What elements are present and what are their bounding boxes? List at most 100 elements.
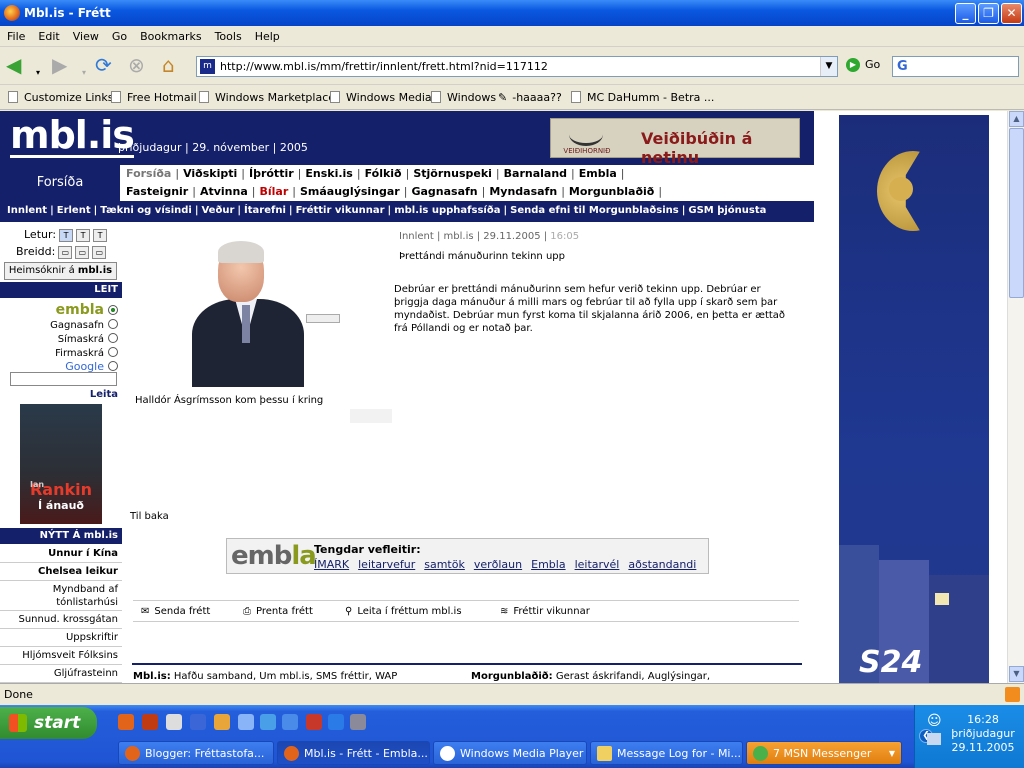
network-tray-icon[interactable] [927, 733, 941, 745]
nav-folkid[interactable]: Fólkið [365, 167, 402, 180]
footer-morgunbladid-links[interactable]: Gerast áskrifandi, Auglýsingar, [556, 671, 710, 682]
send-article-button[interactable]: ✉ Senda frétt [141, 606, 210, 617]
ie2-quicklaunch-icon[interactable] [328, 714, 344, 730]
task-message-log[interactable]: Message Log for - Mi... [590, 741, 743, 765]
nav-embla[interactable]: Embla [579, 167, 617, 180]
nav-gagnasafn[interactable]: Gagnasafn [411, 185, 477, 198]
menu-bookmarks[interactable]: Bookmarks [133, 26, 207, 43]
news-item[interactable]: Unnur í Kína [0, 545, 122, 563]
menu-help[interactable]: Help [248, 26, 286, 43]
search-submit-button[interactable]: Leita [90, 389, 118, 400]
nav-morgunbladid[interactable]: Morgunblaðið [569, 185, 654, 198]
bookmark-windows[interactable]: Windows [431, 91, 496, 104]
nav-enski[interactable]: Enski.is [305, 167, 352, 180]
nav-vidskipti[interactable]: Viðskipti [183, 167, 237, 180]
scroll-thumb[interactable] [1009, 128, 1024, 298]
print-article-button[interactable]: ⎙ Prenta frétt [243, 606, 313, 617]
minimize-button[interactable]: _ [955, 3, 976, 24]
task-blogger[interactable]: Blogger: Fréttastofa... [118, 741, 274, 765]
visits-button[interactable]: Heimsóknir á mbl.is [4, 262, 117, 280]
section-vedur[interactable]: Veður [201, 205, 234, 216]
reload-icon[interactable]: ⟳ [95, 55, 112, 75]
forsida-tab[interactable]: Forsíða [0, 165, 120, 201]
width-narrow-button[interactable]: ▭ [58, 246, 73, 259]
scroll-up-icon[interactable]: ▲ [1009, 111, 1024, 127]
url-dropdown-icon[interactable]: ▼ [820, 57, 837, 76]
header-ad-banner[interactable]: VEIÐIHORNIÐ Veiðibúðin á netinu [550, 118, 800, 167]
nav-stjornuspeki[interactable]: Stjörnuspeki [413, 167, 492, 180]
search-news-button[interactable]: ⚲ Leita í fréttum mbl.is [345, 606, 462, 617]
menu-file[interactable]: File [0, 26, 31, 43]
related-link[interactable]: Embla [531, 558, 565, 571]
related-link[interactable]: aðstandandi [628, 558, 696, 571]
bookmark-customize-links[interactable]: Customize Links [8, 91, 114, 104]
user-tray-icon[interactable]: ☺ [927, 713, 942, 729]
news-item[interactable]: Sunnud. krossgátan [0, 611, 122, 629]
bookmark-mc-dahumm[interactable]: MC DaHumm - Betra ... [571, 91, 714, 104]
notepad-quicklaunch-icon[interactable] [166, 714, 182, 730]
news-item[interactable]: Myndband af tónlistarhúsi [0, 581, 122, 611]
back-history-icon[interactable]: ▾ [36, 63, 40, 83]
window-title-bar[interactable]: Mbl.is - Frétt _ ❐ ✕ [0, 0, 1024, 26]
menu-go[interactable]: Go [105, 26, 133, 43]
search-option-firmaskra[interactable]: Firmaskrá [55, 347, 118, 359]
width-wide-button[interactable]: ▭ [92, 246, 107, 259]
go-button[interactable]: ▶ Go [846, 58, 880, 72]
related-link[interactable]: leitarvefur [358, 558, 415, 571]
close-button[interactable]: ✕ [1001, 3, 1022, 24]
news-item[interactable]: Gljúfrasteinn [0, 665, 122, 683]
misc-quicklaunch-icon[interactable] [350, 714, 366, 730]
nav-bilar[interactable]: Bílar [259, 185, 288, 198]
media-quicklaunch-icon[interactable] [190, 714, 206, 730]
stop-icon[interactable]: ⊗ [128, 55, 145, 75]
forward-arrow-icon[interactable]: ▶ [52, 55, 67, 75]
back-link[interactable]: Til baka [130, 511, 169, 522]
right-ad-banner[interactable]: S24 [839, 115, 989, 683]
nav-myndasafn[interactable]: Myndasafn [489, 185, 557, 198]
font-large-button[interactable]: T [93, 229, 108, 242]
search-quicklaunch-icon[interactable] [282, 714, 298, 730]
search-option-simaskra[interactable]: Símaskrá [58, 333, 118, 345]
section-erlent[interactable]: Erlent [57, 205, 91, 216]
task-media-player[interactable]: Windows Media Player [433, 741, 587, 765]
related-link[interactable]: verðlaun [474, 558, 522, 571]
bookmark-haaaa[interactable]: ✎ -haaaa?? [498, 91, 562, 104]
nav-smaauglysingar[interactable]: Smáauglýsingar [300, 185, 400, 198]
search-option-embla[interactable]: embla [56, 302, 118, 318]
nav-forsida[interactable]: Forsíða [126, 167, 171, 180]
url-input[interactable]: m http://www.mbl.is/mm/frettir/innlent/f… [196, 56, 838, 77]
nav-fasteignir[interactable]: Fasteignir [126, 185, 188, 198]
footer-mbl-links[interactable]: Hafðu samband, Um mbl.is, SMS fréttir, W… [174, 671, 397, 682]
ie-quicklaunch-icon[interactable] [260, 714, 276, 730]
news-item[interactable]: Uppskriftir [0, 629, 122, 647]
section-senda-efni[interactable]: Senda efni til Morgunblaðsins [510, 205, 679, 216]
bookmark-free-hotmail[interactable]: Free Hotmail [111, 91, 197, 104]
section-upphafssida[interactable]: mbl.is upphafssíða [394, 205, 500, 216]
news-item[interactable]: Hljómsveit Fólksins [0, 647, 122, 665]
maximize-button[interactable]: ❐ [978, 3, 999, 24]
search-option-gagnasafn[interactable]: Gagnasafn [50, 319, 118, 331]
task-mbl[interactable]: Mbl.is - Frétt - Embla... [277, 741, 430, 765]
book-ad[interactable]: Ian Rankin Í ánauð [20, 404, 102, 524]
nav-ithrottir[interactable]: Íþróttir [249, 167, 294, 180]
section-gsm[interactable]: GSM þjónusta [688, 205, 766, 216]
nav-atvinna[interactable]: Atvinna [200, 185, 248, 198]
section-taekni[interactable]: Tækni og vísindi [100, 205, 192, 216]
start-button[interactable]: start [0, 707, 97, 739]
section-innlent[interactable]: Innlent [7, 205, 47, 216]
bookmark-windows-media[interactable]: Windows Media [330, 91, 432, 104]
home-icon[interactable]: ⌂ [162, 55, 175, 75]
width-medium-button[interactable]: ▭ [75, 246, 90, 259]
section-itarefni[interactable]: Ítarefni [244, 205, 286, 216]
search-input[interactable]: G [892, 56, 1019, 77]
browser-quicklaunch-icon[interactable] [142, 714, 158, 730]
site-logo[interactable]: mbl.is [10, 115, 135, 158]
font-medium-button[interactable]: T [76, 229, 91, 242]
app-quicklaunch-icon[interactable] [306, 714, 322, 730]
page-scrollbar[interactable]: ▲ ▼ [1007, 111, 1024, 683]
sidebar-search-input[interactable] [10, 372, 117, 386]
clock[interactable]: 16:28 þriðjudagur 29.11.2005 [945, 713, 1021, 755]
back-arrow-icon[interactable]: ◀ [6, 55, 21, 75]
rss-icon[interactable] [1005, 687, 1020, 702]
weekly-news-button[interactable]: ≋ Fréttir vikunnar [500, 606, 590, 617]
